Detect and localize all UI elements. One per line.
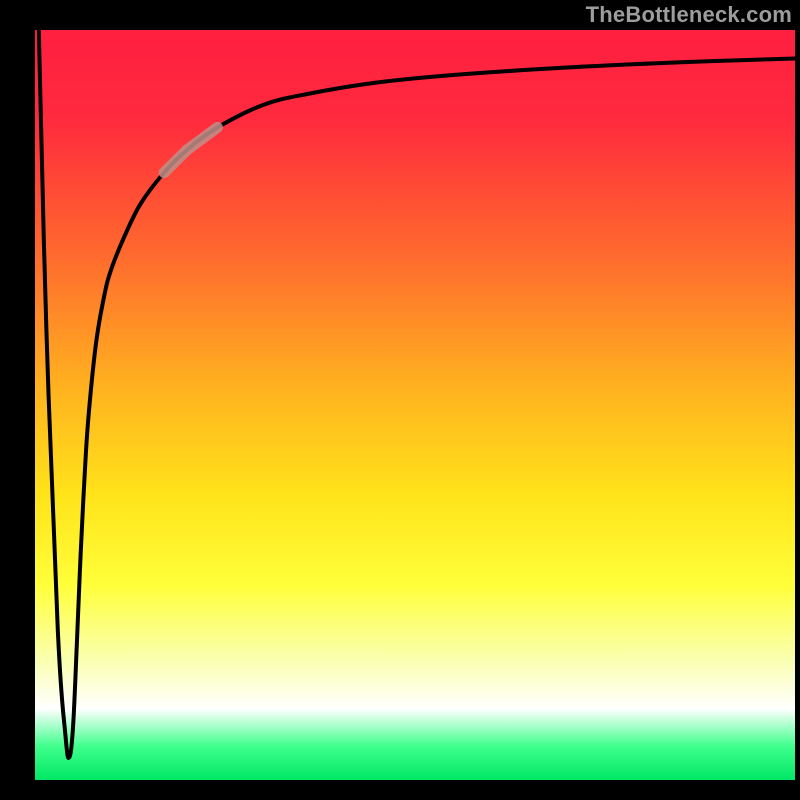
- plot-area: [35, 30, 795, 780]
- chart-svg: [35, 30, 795, 780]
- watermark-text: TheBottleneck.com: [586, 2, 792, 28]
- gradient-background: [35, 30, 795, 780]
- chart-frame: TheBottleneck.com: [0, 0, 800, 800]
